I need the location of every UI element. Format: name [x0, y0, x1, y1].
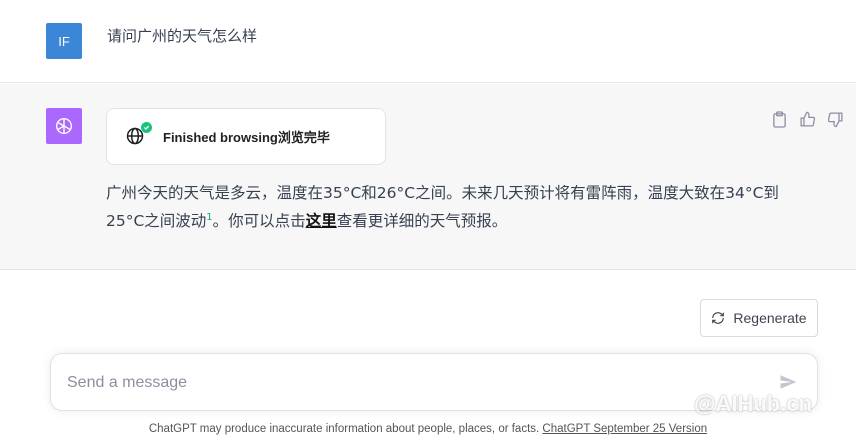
- user-avatar: IF: [46, 23, 82, 59]
- site-watermark: @AIHub.cn: [694, 391, 813, 416]
- version-link[interactable]: ChatGPT September 25 Version: [542, 423, 707, 435]
- check-badge-icon: [141, 121, 152, 133]
- refresh-icon: [712, 312, 725, 324]
- clipboard-icon[interactable]: [770, 110, 788, 128]
- openai-logo-icon: [55, 117, 73, 135]
- forecast-link[interactable]: 这里: [306, 212, 337, 230]
- assistant-answer-text: 广州今天的天气是多云，温度在35°C和26°C之间。未来几天预计将有雷阵雨，温度…: [106, 179, 786, 235]
- user-message-row: IF 请问广州的天气怎么样: [0, 0, 856, 83]
- globe-icon: [125, 121, 152, 148]
- disclaimer-text: ChatGPT may produce inaccurate informati…: [148, 423, 543, 435]
- regenerate-label: Regenerate: [733, 310, 807, 326]
- answer-part-3: 查看更详细的天气预报。: [336, 212, 508, 230]
- assistant-avatar: [46, 108, 82, 144]
- disclaimer-footer: ChatGPT may produce inaccurate informati…: [0, 423, 856, 435]
- send-icon[interactable]: [779, 373, 799, 393]
- user-message-text: 请问广州的天气怎么样: [107, 27, 258, 45]
- answer-part-2: 。你可以点击: [212, 212, 306, 230]
- thumbs-down-icon[interactable]: [826, 110, 844, 128]
- browsing-status-label: Finished browsing浏览完毕: [163, 130, 330, 145]
- regenerate-button[interactable]: Regenerate: [700, 299, 818, 337]
- thumbs-up-icon[interactable]: [798, 110, 816, 128]
- message-input[interactable]: [67, 368, 747, 398]
- browsing-status-card[interactable]: Finished browsing浏览完毕: [106, 108, 386, 165]
- assistant-message-row: Finished browsing浏览完毕 广州今天的天气是多云，温度在35°C…: [0, 84, 856, 270]
- message-actions: [770, 110, 844, 128]
